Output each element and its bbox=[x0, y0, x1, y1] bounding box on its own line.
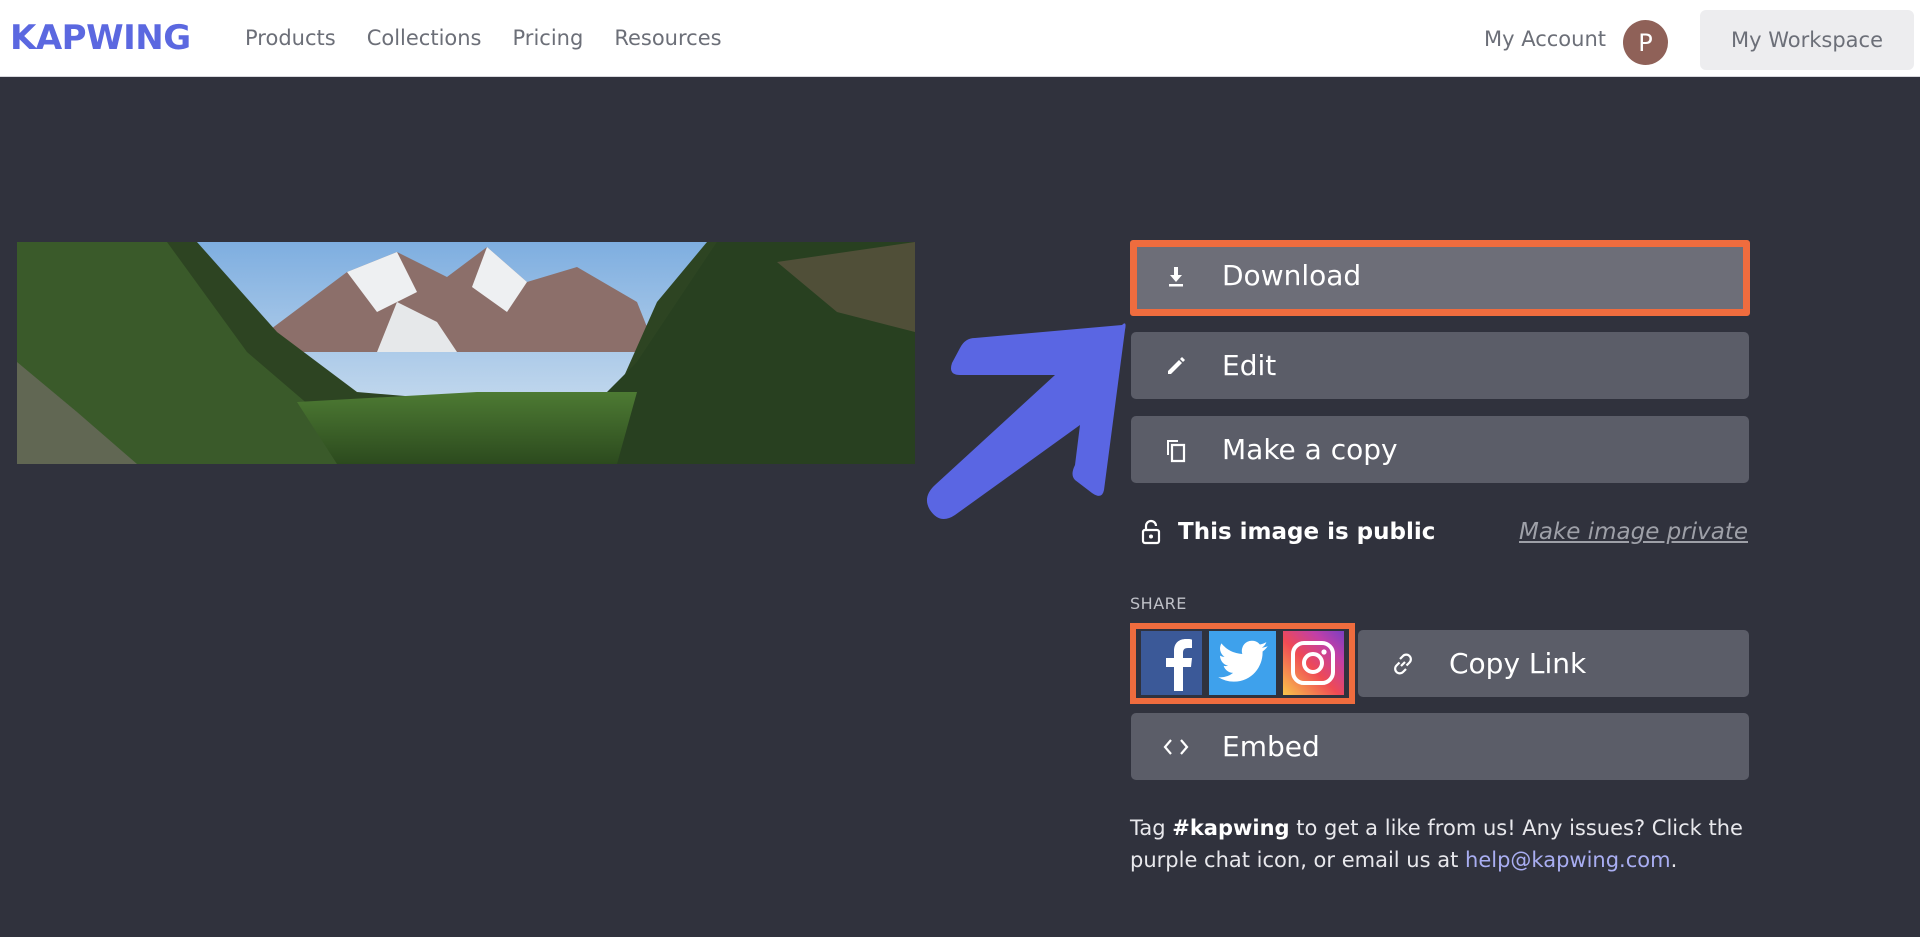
public-status-row: This image is public bbox=[1140, 519, 1435, 545]
embed-label: Embed bbox=[1222, 730, 1320, 763]
copy-link-label: Copy Link bbox=[1449, 647, 1587, 680]
edit-button[interactable]: Edit bbox=[1131, 332, 1749, 399]
my-account-link[interactable]: My Account bbox=[1484, 27, 1606, 51]
instagram-share-button[interactable] bbox=[1282, 631, 1344, 695]
edit-label: Edit bbox=[1222, 349, 1277, 382]
make-private-link[interactable]: Make image private bbox=[1519, 519, 1748, 545]
share-section-label: SHARE bbox=[1130, 594, 1187, 613]
main-nav: Products Collections Pricing Resources bbox=[245, 26, 722, 50]
lock-icon bbox=[1140, 519, 1162, 545]
link-icon bbox=[1389, 650, 1417, 678]
download-icon bbox=[1162, 262, 1190, 290]
nav-pricing[interactable]: Pricing bbox=[513, 26, 584, 50]
facebook-icon bbox=[1165, 639, 1192, 691]
pencil-icon bbox=[1162, 352, 1190, 380]
help-text-start: Tag bbox=[1130, 816, 1173, 840]
mountain-landscape-image bbox=[17, 242, 915, 464]
image-preview bbox=[17, 242, 915, 464]
embed-button[interactable]: Embed bbox=[1131, 713, 1749, 780]
avatar[interactable]: P bbox=[1623, 20, 1668, 65]
download-label: Download bbox=[1222, 259, 1362, 292]
arrow-annotation bbox=[926, 323, 1126, 519]
copy-icon bbox=[1162, 436, 1190, 464]
download-button[interactable]: Download bbox=[1131, 242, 1749, 309]
instagram-icon bbox=[1291, 641, 1336, 685]
my-workspace-button[interactable]: My Workspace bbox=[1700, 10, 1914, 70]
top-navigation-bar: KAPWING Products Collections Pricing Res… bbox=[0, 0, 1920, 77]
code-icon bbox=[1162, 733, 1190, 761]
nav-resources[interactable]: Resources bbox=[614, 26, 721, 50]
help-message: Tag #kapwing to get a like from us! Any … bbox=[1130, 812, 1750, 876]
make-copy-button[interactable]: Make a copy bbox=[1131, 416, 1749, 483]
kapwing-logo[interactable]: KAPWING bbox=[10, 18, 191, 58]
support-email-link[interactable]: help@kapwing.com bbox=[1465, 848, 1671, 872]
nav-products[interactable]: Products bbox=[245, 26, 336, 50]
nav-collections[interactable]: Collections bbox=[367, 26, 482, 50]
copy-label: Make a copy bbox=[1222, 433, 1398, 466]
hashtag: #kapwing bbox=[1172, 816, 1290, 840]
twitter-share-button[interactable] bbox=[1209, 631, 1276, 695]
social-share-group bbox=[1130, 623, 1355, 704]
public-status-text: This image is public bbox=[1178, 519, 1436, 545]
help-text-end: . bbox=[1670, 848, 1678, 872]
facebook-share-button[interactable] bbox=[1141, 631, 1203, 695]
twitter-icon bbox=[1217, 640, 1268, 682]
copy-link-button[interactable]: Copy Link bbox=[1358, 630, 1749, 697]
